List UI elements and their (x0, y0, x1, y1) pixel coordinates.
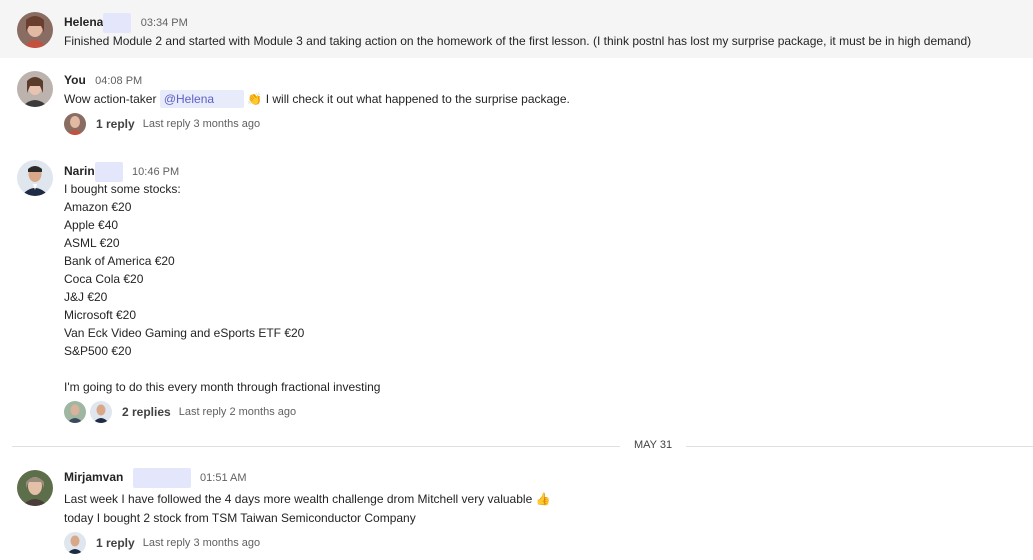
avatar-you[interactable] (17, 71, 53, 107)
message-text: Wow action-taker @Helena 👏 I will check … (64, 90, 570, 109)
redacted-name (94, 162, 123, 182)
reply-summary[interactable]: 2 replies Last reply 2 months ago (64, 401, 296, 423)
message-line: Apple €40 (64, 218, 119, 232)
message-time: 10:46 PM (132, 166, 180, 179)
message-line: I bought some stocks: (64, 182, 181, 196)
last-reply-time: Last reply 3 months ago (142, 537, 261, 549)
message-line: I'm going to do this every month through… (64, 380, 381, 394)
redacted-name (214, 92, 241, 108)
message-line: J&J €20 (64, 290, 108, 304)
redacted-name (103, 13, 132, 33)
redacted-name (132, 468, 191, 488)
reply-avatar (64, 113, 86, 135)
reply-count[interactable]: 1 reply (96, 536, 135, 550)
message-you[interactable]: You 04:08 PM Wow action-taker @Helena 👏 … (0, 58, 1033, 140)
message-mirjamvan[interactable]: Mirjamvan 01:51 AM Last week I have foll… (0, 458, 1033, 560)
last-reply-time: Last reply 2 months ago (178, 406, 297, 418)
message-line: Microsoft €20 (64, 308, 137, 322)
author-name[interactable]: You (64, 73, 86, 87)
date-divider-label: MAY 31 (620, 439, 687, 451)
message-text: Last week I have followed the 4 days mor… (64, 492, 551, 506)
message-line: Amazon €20 (64, 200, 132, 214)
author-name[interactable]: Mirjamvan (64, 470, 123, 484)
message-line: Bank of America €20 (64, 254, 175, 268)
message-line: ASML €20 (64, 236, 120, 250)
message-line: Last week I have followed the 4 days mor… (64, 492, 533, 506)
last-reply-time: Last reply 3 months ago (142, 118, 261, 130)
date-divider-line (12, 446, 1033, 447)
reply-avatar (64, 401, 86, 423)
reply-count[interactable]: 2 replies (122, 405, 171, 419)
mention-tag[interactable]: @Helena (159, 90, 245, 109)
text-after-mention: I will check it out what happened to the… (265, 92, 570, 107)
message-line: S&P500 €20 (64, 344, 132, 358)
author-name[interactable]: Narin (64, 164, 95, 178)
message-helena[interactable]: Helena 03:34 PM Finished Module 2 and st… (0, 0, 1033, 58)
reply-avatar (90, 401, 112, 423)
author-name[interactable]: Helena (64, 15, 103, 29)
reply-count[interactable]: 1 reply (96, 117, 135, 131)
message-time: 03:34 PM (140, 17, 188, 30)
reply-summary[interactable]: 1 reply Last reply 3 months ago (64, 113, 260, 135)
reply-summary[interactable]: 1 reply Last reply 3 months ago (64, 532, 260, 554)
thumbs-up-icon: 👍 (535, 492, 551, 506)
text-before-mention: Wow action-taker (64, 92, 157, 107)
message-narin[interactable]: Narin 10:46 PM I bought some stocks: Ama… (0, 148, 1033, 433)
clap-emoji-icon: 👏 (247, 92, 263, 107)
message-line: Coca Cola €20 (64, 272, 144, 286)
message-time: 01:51 AM (200, 472, 247, 485)
message-time: 04:08 PM (95, 75, 143, 87)
reply-avatar (64, 532, 86, 554)
avatar-mirjamvan[interactable] (17, 470, 53, 506)
avatar-narin[interactable] (17, 160, 53, 196)
message-line: Van Eck Video Gaming and eSports ETF €20 (64, 326, 305, 340)
avatar-helena[interactable] (17, 12, 53, 48)
message-line: today I bought 2 stock from TSM Taiwan S… (64, 511, 416, 525)
message-text: Finished Module 2 and started with Modul… (64, 34, 972, 48)
